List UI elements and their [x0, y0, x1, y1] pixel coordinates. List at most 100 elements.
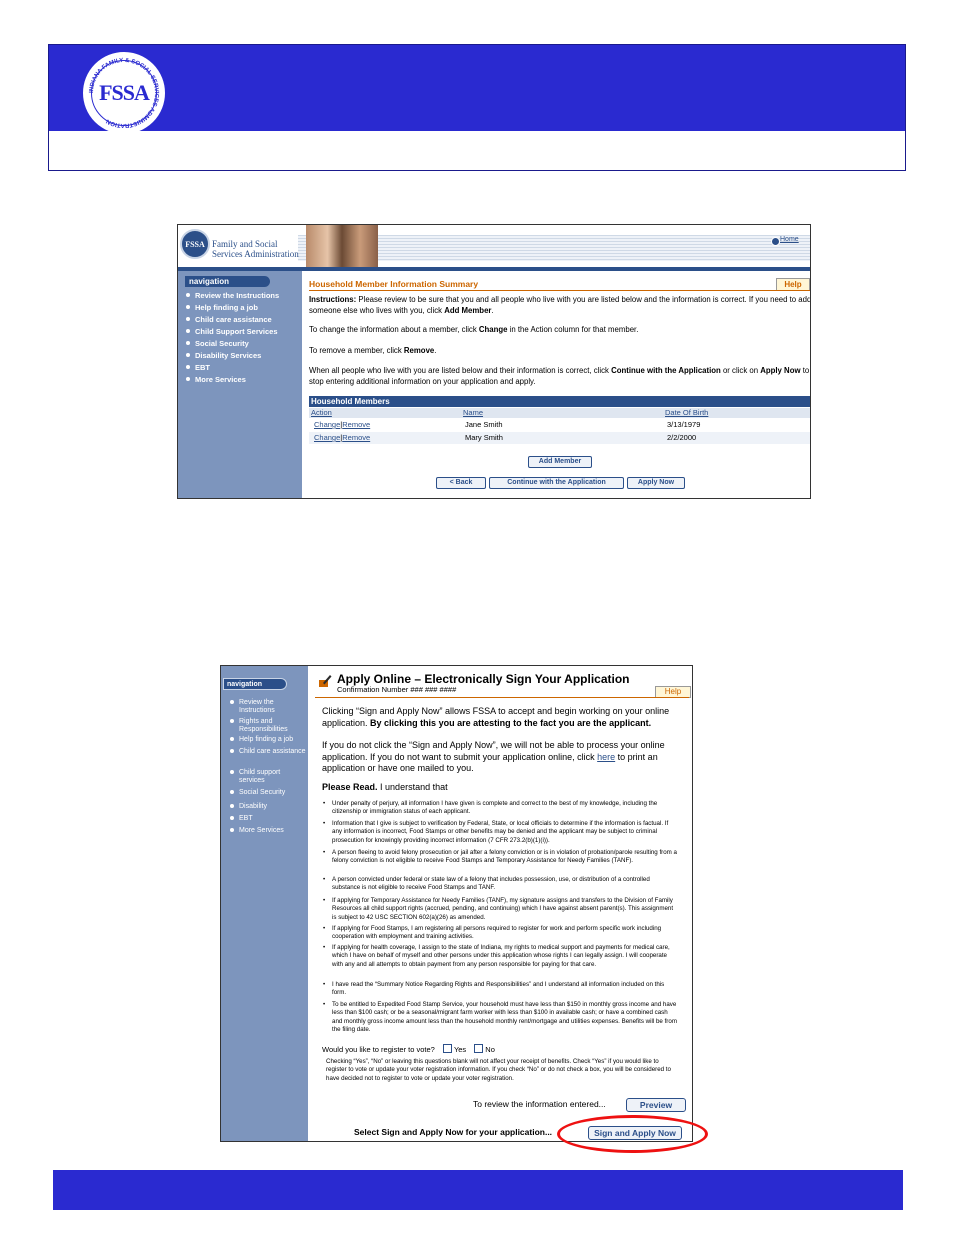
list-item: • To be entitled to Expedited Food Stamp …	[323, 1001, 677, 1034]
instructions-text: Instructions: Please review to be sure t…	[309, 295, 811, 315]
bullet-icon	[186, 341, 190, 345]
select-sign-text: Select Sign and Apply Now for your appli…	[354, 1127, 553, 1137]
remove-link[interactable]: Remove	[342, 420, 370, 429]
main-content: Household Member Information Summary Hel…	[306, 271, 811, 498]
bullet-icon	[230, 816, 234, 820]
list-item: • A person convicted under federal or sta…	[323, 876, 650, 892]
highlight-oval	[557, 1115, 708, 1153]
sidebar-item-instructions[interactable]: Review the Instructions	[186, 291, 279, 300]
member-dob: 3/13/1979	[667, 420, 701, 429]
change-link[interactable]: Change	[314, 420, 340, 429]
table-header-row: Action Name Date Of Birth	[309, 408, 810, 418]
column-action[interactable]: Action	[311, 408, 332, 418]
signature-pen-icon	[319, 675, 332, 687]
vote-note: Checking “Yes”, “No” or leaving this que…	[326, 1058, 671, 1082]
title-divider	[315, 697, 689, 698]
change-text: To change the information about a member…	[309, 325, 639, 334]
change-link[interactable]: Change	[314, 433, 340, 442]
sidebar-item-instructions[interactable]: Review the Instructions	[230, 699, 306, 715]
member-name: Jane Smith	[465, 420, 503, 429]
preview-button[interactable]: Preview	[626, 1098, 686, 1112]
fssa-logo-icon: FSSA	[180, 229, 210, 259]
list-item: • I have read the “Summary Notice Regardi…	[323, 981, 665, 997]
sidebar-item-child-support[interactable]: Child support services	[230, 769, 306, 785]
family-photo	[306, 225, 378, 267]
bullet-icon	[230, 828, 234, 832]
sidebar-item-child-support[interactable]: Child Support Services	[186, 327, 278, 336]
column-name[interactable]: Name	[463, 408, 483, 418]
confirmation-number: Confirmation Number ### ### ####	[337, 685, 457, 694]
screenshot-household-summary: FSSA Family and Social Services Administ…	[177, 224, 811, 499]
list-item: • If applying for Food Stamps, I am regis…	[323, 925, 662, 941]
remove-link[interactable]: Remove	[342, 433, 370, 442]
bullet-icon	[186, 293, 190, 297]
list-item: • Information that I give is subject to v…	[323, 820, 669, 844]
back-button[interactable]: < Back	[436, 477, 486, 489]
member-dob: 2/2/2000	[667, 433, 697, 442]
sidebar-nav: navigation Review the Instructions Help …	[178, 271, 302, 498]
page-header: FSSA INDIANA FAMILY & SOCIAL SERVICES AD…	[48, 44, 906, 171]
org-name: Family and Social Services Administratio…	[212, 239, 299, 259]
sidebar-item-job[interactable]: Help finding a job	[186, 303, 258, 312]
vote-no-checkbox[interactable]	[474, 1044, 484, 1053]
here-link[interactable]: here	[597, 752, 615, 762]
apply-now-button[interactable]: Apply Now	[627, 477, 685, 489]
title-divider	[309, 290, 810, 291]
list-item: • If applying for health coverage, I assi…	[323, 944, 670, 968]
sidebar-item-childcare[interactable]: Child care assistance	[230, 748, 306, 756]
sidebar-item-social-security[interactable]: Social Security	[230, 789, 306, 797]
sidebar-item-more[interactable]: More Services	[230, 827, 306, 835]
table-row: Change|Remove Mary Smith 2/2/2000	[309, 432, 810, 444]
sidebar-item-rights[interactable]: Rights and Responsibilities	[230, 718, 306, 734]
bullet-icon	[230, 719, 234, 723]
site-header: FSSA Family and Social Services Administ…	[178, 225, 810, 267]
bullet-icon	[230, 770, 234, 774]
bullet-icon	[186, 365, 190, 369]
not-sign-paragraph: If you do not click the “Sign and Apply …	[322, 740, 665, 773]
sidebar-item-disability[interactable]: Disability Services	[186, 351, 261, 360]
home-icon[interactable]	[771, 237, 780, 246]
intro-paragraph: Clicking “Sign and Apply Now” allows FSS…	[322, 706, 670, 728]
sidebar-item-childcare[interactable]: Child care assistance	[186, 315, 272, 324]
sidebar-item-job[interactable]: Help finding a job	[230, 736, 306, 744]
table-row: Change|Remove Jane Smith 3/13/1979	[314, 420, 701, 429]
sidebar-item-social-security[interactable]: Social Security	[186, 339, 249, 348]
sidebar-nav: navigation Review the Instructions Right…	[221, 666, 308, 1141]
sidebar-item-ebt[interactable]: EBT	[186, 363, 210, 372]
home-link[interactable]: Home	[780, 236, 799, 243]
member-name: Mary Smith	[465, 433, 503, 442]
list-item: • Under penalty of perjury, all informati…	[323, 800, 658, 816]
seal-ring-icon: INDIANA FAMILY & SOCIAL SERVICES ADMINIS…	[89, 58, 159, 128]
screenshot-electronic-signature: navigation Review the Instructions Right…	[220, 665, 693, 1142]
continue-application-button[interactable]: Continue with the Application	[489, 477, 624, 489]
fssa-seal-logo: FSSA INDIANA FAMILY & SOCIAL SERVICES AD…	[83, 52, 165, 134]
add-member-button[interactable]: Add Member	[528, 456, 592, 468]
bullet-icon	[186, 353, 190, 357]
header-banner: FSSA INDIANA FAMILY & SOCIAL SERVICES AD…	[49, 45, 905, 134]
svg-text:INDIANA FAMILY & SOCIAL SERVIC: INDIANA FAMILY & SOCIAL SERVICES ADMINIS…	[89, 58, 159, 128]
sidebar-item-ebt[interactable]: EBT	[230, 815, 306, 823]
continue-text: When all people who live with you are li…	[309, 366, 810, 386]
page-title: Apply Online – Electronically Sign Your …	[337, 672, 630, 686]
vote-yes-checkbox[interactable]	[442, 1044, 452, 1053]
bullet-icon	[230, 804, 234, 808]
list-item: • A person fleeing to avoid felony prosec…	[323, 849, 677, 865]
bullet-icon	[230, 749, 234, 753]
remove-text: To remove a member, click Remove.	[309, 346, 437, 355]
nav-label: navigation	[223, 678, 287, 690]
vote-question: Would you like to register to vote? Yes …	[322, 1044, 495, 1054]
sidebar-item-disability[interactable]: Disability	[230, 803, 306, 811]
bullet-icon	[230, 737, 234, 741]
bullet-icon	[186, 377, 190, 381]
column-dob[interactable]: Date Of Birth	[665, 408, 708, 418]
sidebar-item-more[interactable]: More Services	[186, 375, 246, 384]
page-footer	[53, 1170, 903, 1210]
list-item: • If applying for Temporary Assistance fo…	[323, 897, 674, 921]
main-content: Apply Online – Electronically Sign Your …	[313, 666, 692, 1141]
nav-label: navigation	[185, 276, 270, 287]
bullet-icon	[230, 790, 234, 794]
bullet-icon	[186, 329, 190, 333]
page-title: Household Member Information Summary	[309, 279, 479, 289]
bullet-icon	[186, 305, 190, 309]
review-text: To review the information entered...	[473, 1099, 606, 1109]
